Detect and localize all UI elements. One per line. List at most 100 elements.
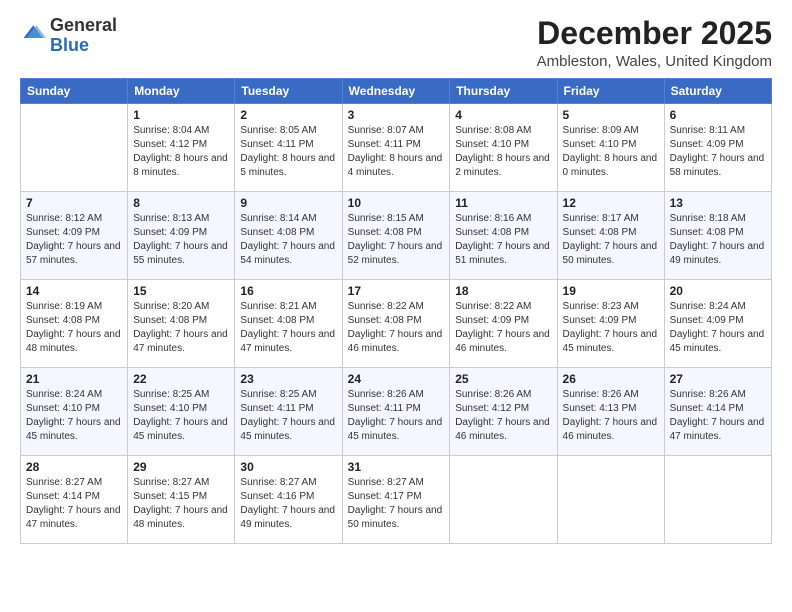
calendar-cell: 19Sunrise: 8:23 AMSunset: 4:09 PMDayligh… — [557, 280, 664, 368]
day-number: 5 — [563, 108, 659, 122]
logo-blue-text: Blue — [50, 35, 89, 55]
calendar-cell: 9 Sunrise: 8:14 AMSunset: 4:08 PMDaylight… — [235, 192, 342, 280]
calendar-cell: 22 Sunrise: 8:25 AMSunset: 4:10 PMDayligh… — [128, 368, 235, 456]
day-info: Sunrise: 8:17 AMSunset: 4:08 PMDaylight:… — [563, 212, 659, 268]
day-info: Sunrise: 8:13 AMSunset: 4:09 PMDaylight:… — [133, 212, 229, 268]
calendar-week-row: 28 Sunrise: 8:27 AMSunset: 4:14 PMDayligh… — [21, 456, 772, 544]
day-info: Sunrise: 8:23 AMSunset: 4:09 PMDaylight:… — [563, 300, 659, 356]
col-monday: Monday — [128, 79, 235, 104]
logo-icon — [22, 22, 46, 46]
calendar-cell — [664, 456, 771, 544]
day-number: 25 — [455, 372, 551, 386]
calendar-cell — [450, 456, 557, 544]
col-thursday: Thursday — [450, 79, 557, 104]
calendar-cell: 27Sunrise: 8:26 AMSunset: 4:14 PMDayligh… — [664, 368, 771, 456]
logo: General Blue — [20, 16, 117, 56]
calendar-week-row: 7Sunrise: 8:12 AMSunset: 4:09 PMDaylight… — [21, 192, 772, 280]
day-number: 4 — [455, 108, 551, 122]
col-tuesday: Tuesday — [235, 79, 342, 104]
day-number: 3 — [348, 108, 445, 122]
logo-general-text: General — [50, 15, 117, 35]
day-info: Sunrise: 8:14 AMSunset: 4:08 PMDaylight:… — [240, 212, 336, 268]
day-info: Sunrise: 8:27 AMSunset: 4:14 PMDaylight:… — [26, 476, 122, 532]
calendar-cell: 10 Sunrise: 8:15 AMSunset: 4:08 PMDayligh… — [342, 192, 450, 280]
calendar-cell: 8 Sunrise: 8:13 AMSunset: 4:09 PMDaylight… — [128, 192, 235, 280]
day-number: 2 — [240, 108, 336, 122]
day-info: Sunrise: 8:05 AMSunset: 4:11 PMDaylight:… — [240, 124, 336, 180]
calendar-cell: 25 Sunrise: 8:26 AMSunset: 4:12 PMDayligh… — [450, 368, 557, 456]
day-number: 31 — [348, 460, 445, 474]
day-number: 15 — [133, 284, 229, 298]
calendar-cell: 26 Sunrise: 8:26 AMSunset: 4:13 PMDayligh… — [557, 368, 664, 456]
day-info: Sunrise: 8:26 AMSunset: 4:13 PMDaylight:… — [563, 388, 659, 444]
day-number: 1 — [133, 108, 229, 122]
day-number: 17 — [348, 284, 445, 298]
day-info: Sunrise: 8:27 AMSunset: 4:17 PMDaylight:… — [348, 476, 445, 532]
calendar-cell: 2 Sunrise: 8:05 AMSunset: 4:11 PMDaylight… — [235, 104, 342, 192]
day-number: 26 — [563, 372, 659, 386]
day-info: Sunrise: 8:07 AMSunset: 4:11 PMDaylight:… — [348, 124, 445, 180]
day-number: 21 — [26, 372, 122, 386]
day-info: Sunrise: 8:21 AMSunset: 4:08 PMDaylight:… — [240, 300, 336, 356]
col-saturday: Saturday — [664, 79, 771, 104]
col-sunday: Sunday — [21, 79, 128, 104]
day-number: 11 — [455, 196, 551, 210]
day-info: Sunrise: 8:18 AMSunset: 4:08 PMDaylight:… — [670, 212, 766, 268]
calendar-cell — [21, 104, 128, 192]
day-info: Sunrise: 8:24 AMSunset: 4:09 PMDaylight:… — [670, 300, 766, 356]
calendar-header-row: Sunday Monday Tuesday Wednesday Thursday… — [21, 79, 772, 104]
calendar-cell: 11 Sunrise: 8:16 AMSunset: 4:08 PMDayligh… — [450, 192, 557, 280]
calendar-cell: 28 Sunrise: 8:27 AMSunset: 4:14 PMDayligh… — [21, 456, 128, 544]
day-info: Sunrise: 8:15 AMSunset: 4:08 PMDaylight:… — [348, 212, 445, 268]
title-block: December 2025 Ambleston, Wales, United K… — [537, 16, 772, 70]
calendar-cell: 20 Sunrise: 8:24 AMSunset: 4:09 PMDayligh… — [664, 280, 771, 368]
day-info: Sunrise: 8:16 AMSunset: 4:08 PMDaylight:… — [455, 212, 551, 268]
header: General Blue December 2025 Ambleston, Wa… — [20, 16, 772, 70]
day-number: 22 — [133, 372, 229, 386]
calendar-cell: 16 Sunrise: 8:21 AMSunset: 4:08 PMDayligh… — [235, 280, 342, 368]
calendar-cell: 4 Sunrise: 8:08 AMSunset: 4:10 PMDaylight… — [450, 104, 557, 192]
day-info: Sunrise: 8:19 AMSunset: 4:08 PMDaylight:… — [26, 300, 122, 356]
day-number: 29 — [133, 460, 229, 474]
calendar-cell: 1Sunrise: 8:04 AMSunset: 4:12 PMDaylight… — [128, 104, 235, 192]
calendar-cell: 13Sunrise: 8:18 AMSunset: 4:08 PMDayligh… — [664, 192, 771, 280]
day-number: 9 — [240, 196, 336, 210]
day-info: Sunrise: 8:25 AMSunset: 4:11 PMDaylight:… — [240, 388, 336, 444]
calendar-cell: 7Sunrise: 8:12 AMSunset: 4:09 PMDaylight… — [21, 192, 128, 280]
col-wednesday: Wednesday — [342, 79, 450, 104]
day-info: Sunrise: 8:11 AMSunset: 4:09 PMDaylight:… — [670, 124, 766, 180]
calendar-table: Sunday Monday Tuesday Wednesday Thursday… — [20, 78, 772, 544]
calendar-cell: 18Sunrise: 8:22 AMSunset: 4:09 PMDayligh… — [450, 280, 557, 368]
calendar-cell: 15 Sunrise: 8:20 AMSunset: 4:08 PMDayligh… — [128, 280, 235, 368]
calendar-week-row: 1Sunrise: 8:04 AMSunset: 4:12 PMDaylight… — [21, 104, 772, 192]
day-number: 30 — [240, 460, 336, 474]
page: General Blue December 2025 Ambleston, Wa… — [0, 0, 792, 612]
calendar-cell: 31 Sunrise: 8:27 AMSunset: 4:17 PMDayligh… — [342, 456, 450, 544]
day-number: 16 — [240, 284, 336, 298]
day-info: Sunrise: 8:09 AMSunset: 4:10 PMDaylight:… — [563, 124, 659, 180]
day-number: 10 — [348, 196, 445, 210]
day-info: Sunrise: 8:25 AMSunset: 4:10 PMDaylight:… — [133, 388, 229, 444]
calendar-cell: 6 Sunrise: 8:11 AMSunset: 4:09 PMDaylight… — [664, 104, 771, 192]
calendar-cell: 21 Sunrise: 8:24 AMSunset: 4:10 PMDayligh… — [21, 368, 128, 456]
day-info: Sunrise: 8:20 AMSunset: 4:08 PMDaylight:… — [133, 300, 229, 356]
month-title: December 2025 — [537, 16, 772, 51]
calendar-cell: 17Sunrise: 8:22 AMSunset: 4:08 PMDayligh… — [342, 280, 450, 368]
day-number: 20 — [670, 284, 766, 298]
calendar-cell — [557, 456, 664, 544]
calendar-cell: 5 Sunrise: 8:09 AMSunset: 4:10 PMDaylight… — [557, 104, 664, 192]
day-number: 7 — [26, 196, 122, 210]
day-number: 28 — [26, 460, 122, 474]
col-friday: Friday — [557, 79, 664, 104]
day-info: Sunrise: 8:26 AMSunset: 4:14 PMDaylight:… — [670, 388, 766, 444]
calendar-cell: 14Sunrise: 8:19 AMSunset: 4:08 PMDayligh… — [21, 280, 128, 368]
calendar-cell: 29 Sunrise: 8:27 AMSunset: 4:15 PMDayligh… — [128, 456, 235, 544]
day-info: Sunrise: 8:22 AMSunset: 4:09 PMDaylight:… — [455, 300, 551, 356]
calendar-cell: 12Sunrise: 8:17 AMSunset: 4:08 PMDayligh… — [557, 192, 664, 280]
day-number: 8 — [133, 196, 229, 210]
day-number: 6 — [670, 108, 766, 122]
day-info: Sunrise: 8:26 AMSunset: 4:12 PMDaylight:… — [455, 388, 551, 444]
day-info: Sunrise: 8:24 AMSunset: 4:10 PMDaylight:… — [26, 388, 122, 444]
day-info: Sunrise: 8:27 AMSunset: 4:15 PMDaylight:… — [133, 476, 229, 532]
day-info: Sunrise: 8:08 AMSunset: 4:10 PMDaylight:… — [455, 124, 551, 180]
